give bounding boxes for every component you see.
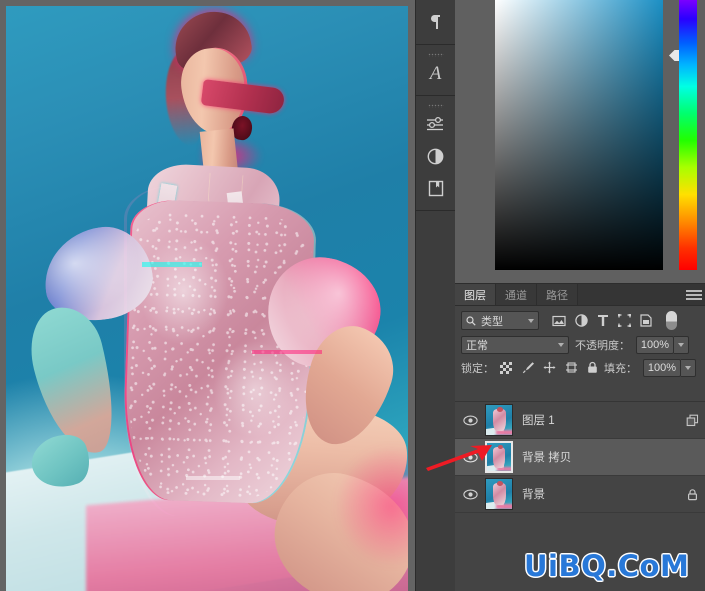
layer-name-label[interactable]: 背景 拷贝 [522,449,679,465]
layers-panel[interactable]: 图层 通道 路径 类型 正常 不透明度： 100% 锁定： 填充： 100% 图… [455,283,705,591]
tab-layers-label: 图层 [464,289,486,302]
layer-visibility-toggle[interactable] [455,452,485,463]
filter-smart-object-icon[interactable] [640,314,652,327]
character-styles-icon[interactable]: A [420,57,452,89]
lock-icon-group[interactable] [500,361,598,374]
photo-neon-leg-glow [336,446,408,566]
link-layers-icon[interactable] [679,414,705,427]
site-watermark: UiBQ.CoM [524,549,690,583]
fill-label: 填充： [604,362,637,375]
filter-type-select[interactable]: 类型 [461,311,539,330]
layer-thumbnail[interactable] [485,404,513,436]
panel-tab-bar[interactable]: 图层 通道 路径 [455,284,705,306]
layer-thumbnail-art [487,443,511,471]
hue-slider-marker[interactable] [669,50,679,61]
tab-paths[interactable]: 路径 [537,284,578,305]
panel-menu-icon[interactable] [686,289,702,301]
saturation-value-field[interactable] [495,0,663,270]
chevron-down-icon [685,365,691,370]
search-icon [466,315,476,326]
filter-type-icon[interactable] [597,314,609,327]
eye-icon [462,489,478,499]
opacity-label: 不透明度： [575,339,630,352]
layer-thumbnail[interactable] [485,478,513,510]
opacity-input[interactable]: 100% [636,335,674,354]
tab-channels-label: 通道 [505,289,527,302]
photoshop-window: A 图层 通道 路径 类型 正常 不透明度： 100% 锁定： 填充： 100%… [0,0,705,591]
photo-glitch-line-magenta [252,350,322,354]
photo-glitch-line-cyan [142,262,202,267]
table-row[interactable]: 背景 [455,476,705,513]
layer-locked-icon[interactable] [679,488,705,501]
layer-filter-row[interactable]: 类型 [455,306,705,333]
filter-adjustment-icon[interactable] [575,314,588,327]
photo-glitch-line-white [186,476,240,480]
filter-enable-toggle[interactable] [666,311,677,330]
lock-all-icon[interactable] [587,361,598,374]
lock-label: 锁定： [461,362,494,375]
collapsed-panel-dock[interactable]: A [415,0,455,591]
hue-slider[interactable] [679,0,697,270]
dock-group-character-styles: A [416,45,455,96]
layer-name-label[interactable]: 背景 [522,486,679,502]
filter-type-label: 类型 [481,315,503,328]
paragraph-panel-icon[interactable] [420,6,452,38]
dock-group-type [416,0,455,45]
filter-shape-icon[interactable] [618,314,631,327]
layer-visibility-toggle[interactable] [455,489,485,500]
chevron-down-icon [678,342,684,347]
layer-thumbnail-art [486,479,512,509]
lock-row[interactable]: 锁定： 填充： 100% [455,356,705,379]
tab-channels[interactable]: 通道 [496,284,537,305]
blend-mode-value: 正常 [466,339,488,352]
layer-visibility-toggle[interactable] [455,415,485,426]
tab-layers[interactable]: 图层 [455,284,496,305]
chevron-down-icon [528,318,534,323]
adjustments-panel-icon[interactable] [420,108,452,140]
layer-thumbnail[interactable] [485,441,513,473]
chevron-down-icon [558,342,564,347]
libraries-panel-icon[interactable] [420,172,452,204]
document-canvas-area[interactable] [0,0,415,591]
filter-pixel-icon[interactable] [552,315,566,327]
tab-paths-label: 路径 [546,289,568,302]
document-image[interactable] [6,6,408,591]
eye-icon [462,415,478,425]
blend-mode-select[interactable]: 正常 [461,335,569,354]
blend-mode-row[interactable]: 正常 不透明度： 100% [455,333,705,356]
lock-transparent-pixels-icon[interactable] [500,361,512,374]
layer-thumbnail-art [486,405,512,435]
color-picker-panel[interactable] [455,0,705,283]
fill-input[interactable]: 100% [643,358,681,377]
table-row[interactable]: 图层 1 [455,402,705,439]
lock-artboard-nesting-icon[interactable] [565,361,578,374]
lock-image-pixels-icon[interactable] [521,361,534,374]
filter-icon-group[interactable] [552,314,652,327]
dock-group-adjustments [416,96,455,211]
opacity-stepper[interactable] [674,335,689,354]
table-row[interactable]: 背景 拷贝 [455,439,705,476]
eye-icon [462,452,478,462]
lock-position-icon[interactable] [543,361,556,374]
fill-stepper[interactable] [681,358,696,377]
layer-name-label[interactable]: 图层 1 [522,412,679,428]
properties-halfmoon-icon[interactable] [420,140,452,172]
